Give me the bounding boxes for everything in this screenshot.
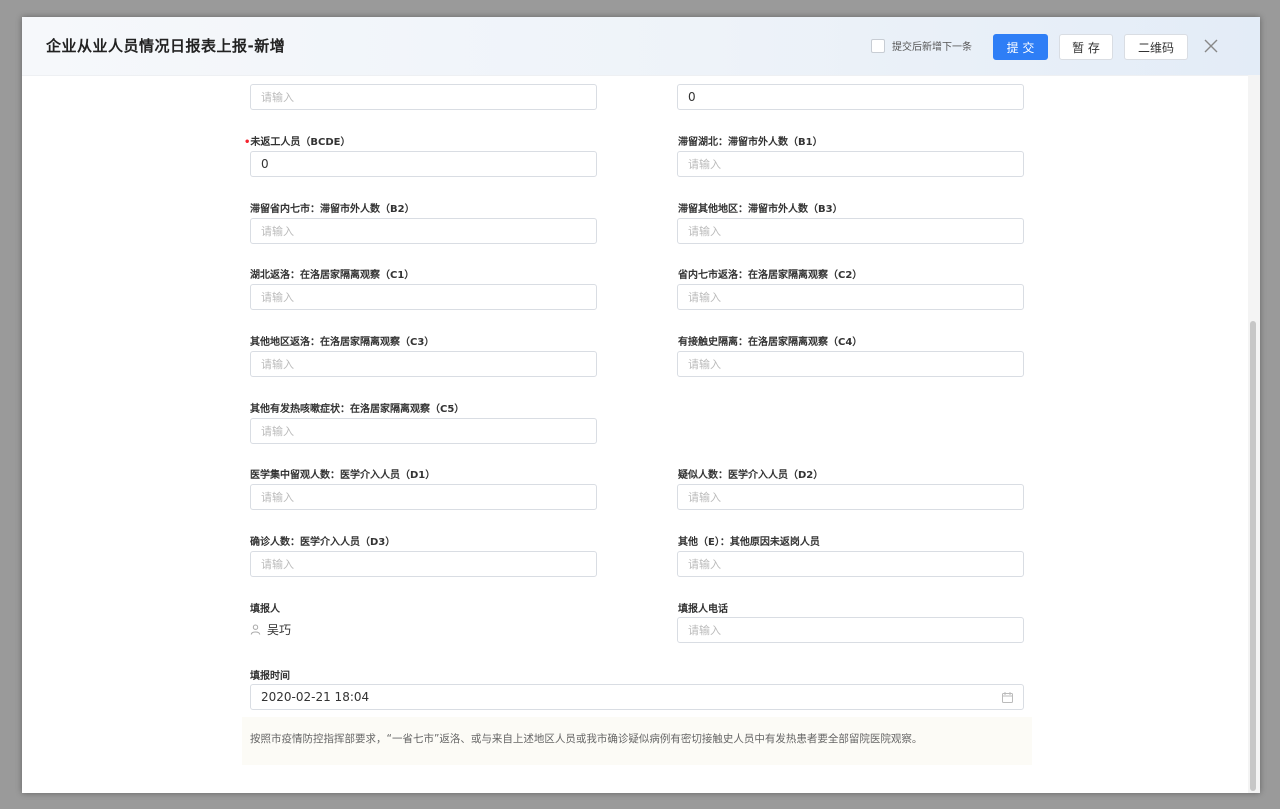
- reporter-label: 填报人: [250, 604, 280, 615]
- d3-label: 确诊人数：医学介入人员（D3）: [250, 537, 396, 548]
- scrollbar-thumb[interactable]: [1250, 321, 1256, 791]
- c5-label: 其他有发热咳嗽症状：在洛居家隔离观察（C5）: [250, 404, 465, 415]
- submit-button[interactable]: 提 交: [993, 34, 1048, 60]
- reporter-value: 吴巧: [250, 621, 291, 638]
- c4-label: 有接触史隔离：在洛居家隔离观察（C4）: [678, 337, 863, 348]
- dialog-window: 企业从业人员情况日报表上报-新增 提交后新增下一条 提 交 暂 存 二维码 请输…: [22, 17, 1260, 793]
- b2-input[interactable]: 请输入: [250, 218, 597, 244]
- c4-input[interactable]: 请输入: [677, 351, 1024, 377]
- c1-label: 湖北返洛：在洛居家隔离观察（C1）: [250, 270, 415, 281]
- c1-input[interactable]: 请输入: [250, 284, 597, 310]
- bcde-input[interactable]: 0: [250, 151, 597, 177]
- b1-label: 滞留湖北：滞留市外人数（B1）: [678, 137, 823, 148]
- top-left-input[interactable]: 请输入: [250, 84, 597, 110]
- d2-label: 疑似人数：医学介入人员（D2）: [678, 470, 824, 481]
- report-time-value: 2020-02-21 18:04: [261, 690, 370, 704]
- add-next-checkbox-label[interactable]: 提交后新增下一条: [892, 38, 972, 53]
- dialog-header: 企业从业人员情况日报表上报-新增 提交后新增下一条 提 交 暂 存 二维码: [22, 17, 1260, 76]
- report-time-label: 填报时间: [250, 671, 290, 682]
- reporter-phone-label: 填报人电话: [678, 604, 728, 615]
- c2-input[interactable]: 请输入: [677, 284, 1024, 310]
- person-icon: [250, 624, 261, 635]
- reporter-name: 吴巧: [267, 623, 292, 637]
- c5-input[interactable]: 请输入: [250, 418, 597, 444]
- b1-input[interactable]: 请输入: [677, 151, 1024, 177]
- reporter-phone-input[interactable]: 请输入: [677, 617, 1024, 643]
- report-time-input[interactable]: 2020-02-21 18:04: [250, 684, 1024, 710]
- e-label: 其他（E）：其他原因未返岗人员: [678, 537, 820, 548]
- c3-input[interactable]: 请输入: [250, 351, 597, 377]
- add-next-checkbox[interactable]: [871, 39, 885, 53]
- bcde-label-text: 未返工人员（BCDE）: [250, 137, 351, 148]
- b3-label: 滞留其他地区：滞留市外人数（B3）: [678, 204, 843, 215]
- close-icon[interactable]: [1202, 37, 1220, 55]
- b3-input[interactable]: 请输入: [677, 218, 1024, 244]
- d2-input[interactable]: 请输入: [677, 484, 1024, 510]
- bcde-label: •未返工人员（BCDE）: [244, 133, 351, 148]
- notice-text: 按照市疫情防控指挥部要求，“一省七市”返洛、或与来自上述地区人员或我市确诊疑似病…: [242, 717, 1032, 765]
- save-draft-button[interactable]: 暂 存: [1059, 34, 1113, 60]
- calendar-icon[interactable]: [1002, 692, 1013, 703]
- e-input[interactable]: 请输入: [677, 551, 1024, 577]
- d1-input[interactable]: 请输入: [250, 484, 597, 510]
- c3-label: 其他地区返洛：在洛居家隔离观察（C3）: [250, 337, 435, 348]
- b2-label: 滞留省内七市：滞留市外人数（B2）: [250, 204, 415, 215]
- d3-input[interactable]: 请输入: [250, 551, 597, 577]
- d1-label: 医学集中留观人数：医学介入人员（D1）: [250, 470, 436, 481]
- c2-label: 省内七市返洛：在洛居家隔离观察（C2）: [678, 270, 863, 281]
- dialog-title: 企业从业人员情况日报表上报-新增: [46, 37, 286, 55]
- top-right-input[interactable]: 0: [677, 84, 1024, 110]
- qr-code-button[interactable]: 二维码: [1124, 34, 1188, 60]
